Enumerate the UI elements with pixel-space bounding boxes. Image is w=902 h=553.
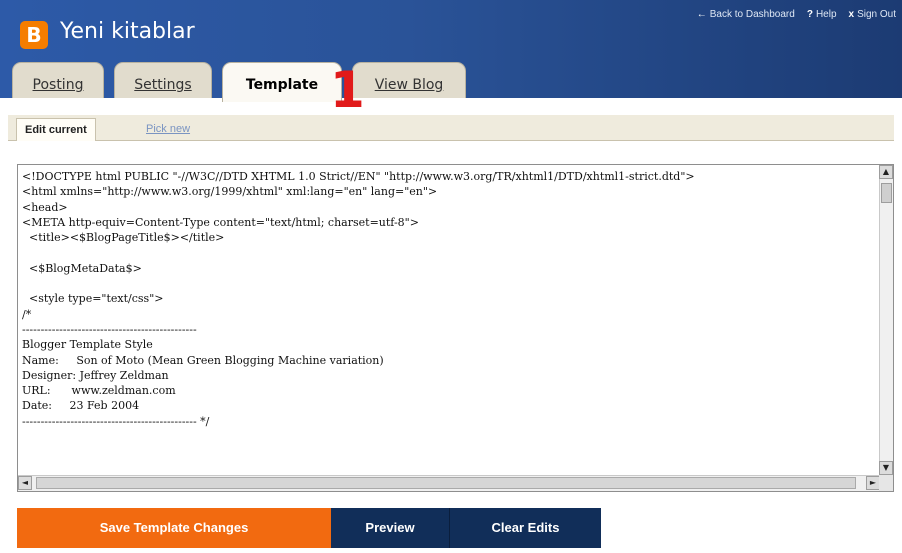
horizontal-scrollbar[interactable]: ◄ ► bbox=[18, 475, 880, 491]
subtab-edit-current[interactable]: Edit current bbox=[16, 118, 96, 141]
horizontal-scroll-thumb[interactable] bbox=[36, 477, 856, 489]
help-link[interactable]: ? Help bbox=[807, 9, 837, 20]
scrollbar-corner bbox=[879, 475, 893, 491]
back-to-dashboard-link[interactable]: ← Back to Dashboard bbox=[697, 9, 795, 20]
help-icon: ? bbox=[806, 9, 813, 20]
annotation-number: 1 bbox=[330, 61, 365, 119]
scroll-right-icon[interactable]: ► bbox=[866, 476, 880, 490]
tab-posting[interactable]: Posting bbox=[12, 62, 104, 98]
tab-view-blog-label: View Blog bbox=[374, 77, 444, 93]
close-icon: x bbox=[848, 9, 855, 20]
tab-view-blog[interactable]: View Blog bbox=[352, 62, 466, 98]
vertical-scroll-thumb[interactable] bbox=[881, 183, 892, 203]
tab-posting-label: Posting bbox=[32, 77, 84, 93]
subtab-bar: Edit current Pick new bbox=[8, 115, 894, 141]
sign-out-link[interactable]: x Sign Out bbox=[849, 9, 896, 20]
blogger-logo-icon: B bbox=[20, 21, 48, 49]
top-links: ← Back to Dashboard ? Help x Sign Out bbox=[697, 9, 896, 20]
tab-settings-label: Settings bbox=[134, 77, 192, 93]
vertical-scrollbar[interactable]: ▲ ▼ bbox=[879, 165, 893, 475]
tab-template-label: Template bbox=[245, 77, 319, 93]
scroll-up-icon[interactable]: ▲ bbox=[879, 165, 893, 179]
template-editor[interactable]: <!DOCTYPE html PUBLIC "-//W3C//DTD XHTML… bbox=[17, 164, 894, 492]
tab-settings[interactable]: Settings bbox=[114, 62, 212, 98]
clear-edits-button[interactable]: Clear Edits bbox=[449, 508, 601, 548]
scroll-down-icon[interactable]: ▼ bbox=[879, 461, 893, 475]
sign-out-label: Sign Out bbox=[857, 9, 896, 20]
back-to-dashboard-label: Back to Dashboard bbox=[709, 9, 795, 20]
scroll-left-icon[interactable]: ◄ bbox=[18, 476, 32, 490]
subtab-pick-new[interactable]: Pick new bbox=[138, 118, 198, 141]
preview-button[interactable]: Preview bbox=[331, 508, 449, 548]
back-arrow-icon: ← bbox=[696, 9, 707, 20]
save-template-changes-button[interactable]: Save Template Changes bbox=[17, 508, 331, 548]
help-label: Help bbox=[815, 9, 837, 20]
blog-title: Yeni kitablar bbox=[60, 19, 195, 44]
template-code-textarea[interactable]: <!DOCTYPE html PUBLIC "-//W3C//DTD XHTML… bbox=[22, 169, 878, 471]
